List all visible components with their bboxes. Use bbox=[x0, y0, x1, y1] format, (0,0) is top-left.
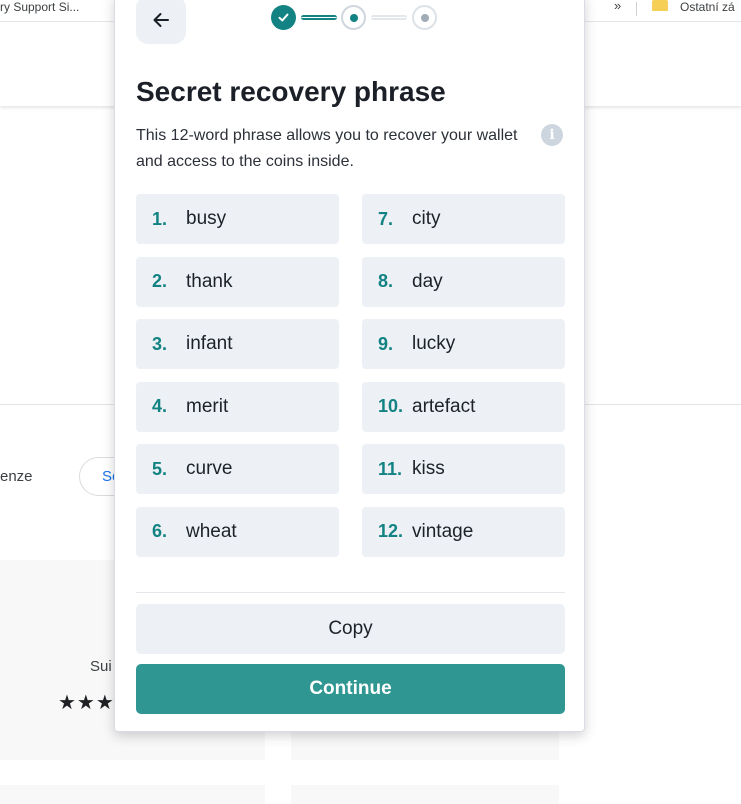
step-3-pending bbox=[412, 5, 437, 30]
background-card-title: Sui bbox=[90, 658, 112, 675]
word-number: 6. bbox=[152, 521, 168, 542]
recovery-phrase-grid: 1. busy 7. city 2. thank 8. day 3. infant 9. l… bbox=[136, 194, 565, 557]
word-text: merit bbox=[186, 395, 229, 417]
check-icon bbox=[278, 13, 289, 22]
word-number: 5. bbox=[152, 458, 168, 479]
phrase-word: 8. day bbox=[362, 256, 565, 307]
word-number: 9. bbox=[378, 333, 394, 354]
phrase-word: 6. wheat bbox=[136, 506, 339, 557]
phrase-word: 2. thank bbox=[136, 256, 339, 307]
word-text: kiss bbox=[412, 458, 445, 480]
word-text: artefact bbox=[412, 395, 476, 417]
phrase-word: 9. lucky bbox=[362, 319, 565, 370]
page-description: This 12-word phrase allows you to recove… bbox=[136, 127, 518, 170]
word-number: 12. bbox=[378, 521, 404, 542]
phrase-word: 5. curve bbox=[136, 444, 339, 495]
copy-button[interactable]: Copy bbox=[136, 604, 565, 654]
section-divider bbox=[136, 592, 565, 593]
bookmark-other-folder[interactable]: Ostatní zá bbox=[680, 0, 735, 14]
word-text: vintage bbox=[412, 520, 474, 542]
word-text: wheat bbox=[186, 520, 237, 542]
word-number: 11. bbox=[378, 458, 403, 479]
phrase-word: 11. kiss bbox=[362, 444, 565, 495]
word-number: 8. bbox=[378, 271, 394, 292]
word-text: lucky bbox=[412, 333, 456, 355]
word-number: 10. bbox=[378, 396, 404, 417]
progress-stepper bbox=[271, 5, 437, 31]
word-number: 4. bbox=[152, 396, 168, 417]
step-1-complete bbox=[271, 5, 296, 30]
arrow-left-icon bbox=[153, 13, 169, 27]
step-2-active bbox=[341, 5, 366, 30]
bookmarks-overflow-button[interactable]: » bbox=[614, 0, 621, 13]
phrase-word: 4. merit bbox=[136, 381, 339, 432]
word-text: infant bbox=[186, 333, 233, 355]
word-text: curve bbox=[186, 458, 233, 480]
bookmark-support[interactable]: ry Support Si... bbox=[0, 0, 79, 14]
word-number: 1. bbox=[152, 208, 168, 229]
step-connector bbox=[371, 15, 407, 20]
page-title: Secret recovery phrase bbox=[136, 76, 446, 107]
phrase-word: 7. city bbox=[362, 194, 565, 244]
word-number: 2. bbox=[152, 271, 168, 292]
folder-icon[interactable] bbox=[652, 0, 668, 11]
back-button[interactable] bbox=[136, 0, 186, 44]
phrase-word: 1. busy bbox=[136, 194, 339, 244]
word-text: day bbox=[412, 270, 443, 292]
background-card bbox=[0, 785, 265, 804]
background-tab-label[interactable]: enze bbox=[0, 468, 33, 485]
phrase-word: 10. artefact bbox=[362, 381, 565, 432]
phrase-word: 3. infant bbox=[136, 319, 339, 370]
bookmark-separator bbox=[636, 2, 637, 16]
phrase-word: 12. vintage bbox=[362, 506, 565, 557]
word-text: city bbox=[412, 208, 441, 229]
continue-button[interactable]: Continue bbox=[136, 664, 565, 714]
background-card bbox=[291, 785, 559, 804]
word-number: 3. bbox=[152, 333, 168, 354]
star-rating: ★★★ bbox=[58, 692, 115, 714]
word-number: 7. bbox=[378, 208, 394, 229]
word-text: thank bbox=[186, 270, 233, 292]
word-text: busy bbox=[186, 208, 227, 229]
wallet-popup: Secret recovery phrase This 12-word phra… bbox=[114, 0, 585, 732]
step-connector bbox=[301, 15, 337, 20]
info-icon[interactable]: i bbox=[541, 124, 563, 146]
